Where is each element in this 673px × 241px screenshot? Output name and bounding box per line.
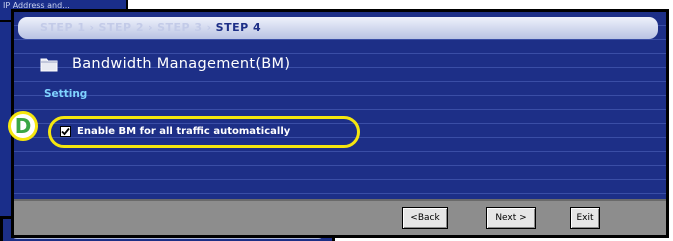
exit-button[interactable]: Exit xyxy=(570,207,600,229)
section-label-setting: Setting xyxy=(44,88,88,100)
page-title-row: Bandwidth Management(BM) xyxy=(40,53,290,75)
next-button[interactable]: Next > xyxy=(486,207,536,229)
step-separator: › xyxy=(89,21,95,34)
step-1-label: STEP 1 xyxy=(40,21,86,34)
step-progress-bar: STEP 1 › STEP 2 › STEP 3 › STEP 4 xyxy=(18,17,658,39)
enable-bm-option[interactable]: Enable BM for all traffic automatically xyxy=(60,123,290,139)
enable-bm-checkbox[interactable] xyxy=(60,125,71,137)
callout-badge-d: D xyxy=(8,111,38,141)
enable-bm-label: Enable BM for all traffic automatically xyxy=(77,125,291,137)
callout-letter: D xyxy=(14,114,32,138)
wizard-window: STEP 1 › STEP 2 › STEP 3 › STEP 4 Bandwidth Ma… xyxy=(11,9,669,238)
wizard-button-bar: <Back Next > Exit xyxy=(14,199,666,235)
step-separator: › xyxy=(148,21,154,34)
step-2-label: STEP 2 xyxy=(98,21,145,34)
folder-icon xyxy=(40,57,58,72)
page-title: Bandwidth Management(BM) xyxy=(72,56,291,72)
checkmark-icon xyxy=(61,127,70,135)
step-4-label: STEP 4 xyxy=(215,21,262,34)
step-separator: › xyxy=(206,21,212,34)
back-button[interactable]: <Back xyxy=(402,207,448,229)
step-3-label: STEP 3 xyxy=(157,21,203,34)
